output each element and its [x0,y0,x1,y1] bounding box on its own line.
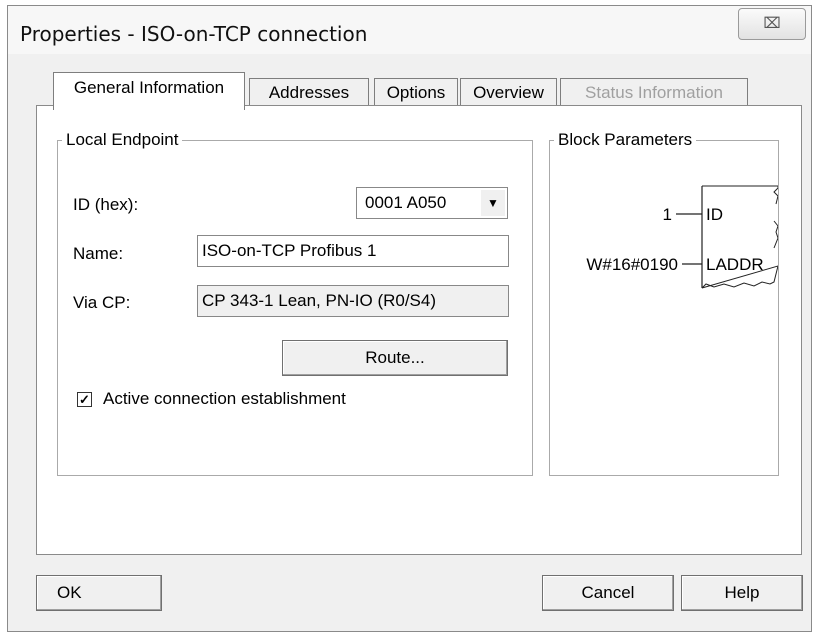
cancel-button[interactable]: Cancel [542,575,674,611]
laddr-pin-label: LADDR [706,255,764,274]
laddr-input-value: W#16#0190 [586,255,678,274]
active-connection-label[interactable]: Active connection establishment [103,389,346,409]
id-input-value: 1 [663,205,672,224]
help-button[interactable]: Help [681,575,803,611]
tab-overview[interactable]: Overview [460,78,557,108]
window-title: Properties - ISO-on-TCP connection [20,22,368,46]
name-label: Name: [73,244,124,263]
route-button[interactable]: Route... [282,340,508,376]
close-icon: ⌧ [763,15,781,32]
chevron-down-icon[interactable]: ▼ [481,190,505,216]
title-bar: Properties - ISO-on-TCP connection ⌧ [8,6,811,54]
block-diagram: 1 ID W#16#0190 LADDR [586,185,778,289]
active-connection-checkbox[interactable]: ✓ [77,392,92,407]
tab-general-information[interactable]: General Information [53,72,245,110]
checkmark-icon: ✓ [79,392,90,407]
name-field[interactable]: ISO-on-TCP Profibus 1 [197,235,509,267]
tab-page-general-information: Local Endpoint ID (hex): 0001 A050 ▼ Nam… [36,105,802,555]
tab-addresses[interactable]: Addresses [249,78,369,108]
local-endpoint-legend: Local Endpoint [66,130,179,149]
id-hex-dropdown[interactable]: 0001 A050 ▼ [356,187,508,219]
tab-status-information: Status Information [560,78,748,108]
properties-dialog: Properties - ISO-on-TCP connection ⌧ Gen… [7,5,812,632]
tab-options[interactable]: Options [374,78,458,108]
id-hex-label: ID (hex): [73,195,139,214]
close-button[interactable]: ⌧ [738,8,806,40]
via-cp-label: Via CP: [73,293,131,312]
id-hex-value: 0001 A050 [365,193,447,212]
ok-button[interactable]: OK [36,575,162,611]
block-parameters-legend: Block Parameters [558,130,693,149]
id-pin-label: ID [706,205,723,224]
via-cp-field: CP 343-1 Lean, PN-IO (R0/S4) [197,285,509,317]
